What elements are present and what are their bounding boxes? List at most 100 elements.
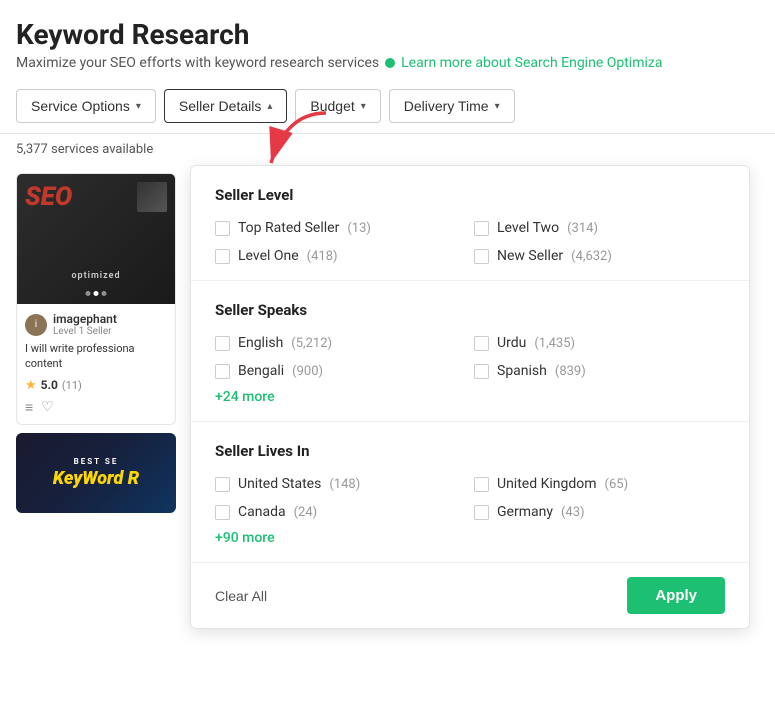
page-title: Keyword Research [16,18,759,51]
spanish-checkbox[interactable] [474,364,489,379]
germany-item[interactable]: Germany (43) [474,504,725,520]
united-kingdom-label: United Kingdom [497,476,597,492]
top-rated-seller-label: Top Rated Seller [238,220,339,236]
bengali-label: Bengali [238,363,284,379]
service-options-button[interactable]: Service Options ▾ [16,89,156,123]
seller-details-dropdown: Seller Level Top Rated Seller (13) Level… [190,165,750,629]
seller-speaks-title: Seller Speaks [215,301,725,319]
seller-level-title: Seller Level [215,186,725,204]
new-seller-label: New Seller [497,248,563,264]
level-one-item[interactable]: Level One (418) [215,248,466,264]
seller-level-section: Seller Level Top Rated Seller (13) Level… [191,166,749,281]
green-dot-icon [385,58,395,68]
level-one-label: Level One [238,248,299,264]
seller-level-label: Level 1 Seller [53,326,117,337]
rating-value: 5.0 [41,378,58,392]
keyword-research-label: KeyWord R [53,468,139,489]
top-rated-seller-count: (13) [347,221,371,236]
card-image: SEO optimized [17,174,175,304]
page-header: Keyword Research Maximize your SEO effor… [0,0,775,79]
new-seller-item[interactable]: New Seller (4,632) [474,248,725,264]
dot-1 [86,291,91,296]
services-count: 5,377 services available [0,134,775,165]
germany-checkbox[interactable] [474,505,489,520]
level-one-count: (418) [307,249,338,264]
seller-level-grid: Top Rated Seller (13) Level Two (314) Le… [215,220,725,264]
star-icon: ★ [25,378,37,393]
budget-button[interactable]: Budget ▾ [295,89,380,123]
seo-label: SEO [25,182,72,212]
learn-more-link[interactable]: Learn more about Search Engine Optimiza [401,55,662,71]
english-label: English [238,335,283,351]
clear-all-button[interactable]: Clear All [215,588,267,604]
canada-checkbox[interactable] [215,505,230,520]
service-card-2: BEST SE KeyWord R [16,433,176,513]
card-image-subtitle: optimized [71,271,120,281]
best-se-label: BEST SE [53,457,139,466]
spanish-count: (839) [555,364,586,379]
united-states-label: United States [238,476,321,492]
main-content: SEO optimized i imagephant [0,165,775,521]
english-item[interactable]: English (5,212) [215,335,466,351]
urdu-count: (1,435) [534,336,575,351]
seller-details-button[interactable]: Seller Details ▴ [164,89,288,123]
bengali-count: (900) [292,364,323,379]
seller-details: imagephant Level 1 Seller [53,312,117,337]
speaks-more-link[interactable]: +24 more [215,389,275,405]
english-count: (5,212) [291,336,332,351]
united-states-item[interactable]: United States (148) [215,476,466,492]
level-two-label: Level Two [497,220,559,236]
page-subtitle: Maximize your SEO efforts with keyword r… [16,55,759,71]
card-rating: ★ 5.0 (11) [25,378,167,393]
card-area: SEO optimized i imagephant [0,165,185,521]
card-body: i imagephant Level 1 Seller I will write… [17,304,175,424]
bengali-item[interactable]: Bengali (900) [215,363,466,379]
dot-2 [94,291,99,296]
spanish-item[interactable]: Spanish (839) [474,363,725,379]
delivery-time-button[interactable]: Delivery Time ▾ [389,89,515,123]
avatar: i [25,314,47,336]
card-title: I will write professiona content [25,341,167,372]
seller-info: i imagephant Level 1 Seller [25,312,167,337]
apply-button[interactable]: Apply [627,577,725,614]
lives-more-link[interactable]: +90 more [215,530,275,546]
seller-lives-title: Seller Lives In [215,442,725,460]
urdu-item[interactable]: Urdu (1,435) [474,335,725,351]
level-two-item[interactable]: Level Two (314) [474,220,725,236]
canada-label: Canada [238,504,286,520]
rating-count: (11) [62,379,82,392]
united-states-checkbox[interactable] [215,477,230,492]
seller-lives-grid: United States (148) United Kingdom (65) … [215,476,725,520]
heart-icon[interactable]: ♡ [41,399,54,415]
bengali-checkbox[interactable] [215,364,230,379]
united-states-count: (148) [329,477,360,492]
new-seller-count: (4,632) [571,249,612,264]
card2-content: BEST SE KeyWord R [49,453,143,493]
seller-name: imagephant [53,312,117,326]
new-seller-checkbox[interactable] [474,249,489,264]
english-checkbox[interactable] [215,336,230,351]
united-kingdom-item[interactable]: United Kingdom (65) [474,476,725,492]
menu-icon[interactable]: ≡ [25,399,33,416]
seller-speaks-grid: English (5,212) Urdu (1,435) Bengali (90… [215,335,725,379]
top-rated-seller-checkbox[interactable] [215,221,230,236]
filters-bar: Service Options ▾ Seller Details ▴ Budge… [0,79,775,134]
chevron-down-icon: ▾ [495,101,500,112]
canada-item[interactable]: Canada (24) [215,504,466,520]
card-image-dots [86,291,107,296]
panel-footer: Clear All Apply [191,563,749,628]
germany-count: (43) [561,505,585,520]
top-rated-seller-item[interactable]: Top Rated Seller (13) [215,220,466,236]
level-two-count: (314) [567,221,598,236]
urdu-checkbox[interactable] [474,336,489,351]
canada-count: (24) [294,505,318,520]
chevron-up-icon: ▴ [267,101,272,112]
level-two-checkbox[interactable] [474,221,489,236]
germany-label: Germany [497,504,553,520]
chevron-down-icon: ▾ [136,101,141,112]
seller-lives-section: Seller Lives In United States (148) Unit… [191,422,749,563]
card-actions: ≡ ♡ [25,399,167,416]
urdu-label: Urdu [497,335,526,351]
united-kingdom-checkbox[interactable] [474,477,489,492]
level-one-checkbox[interactable] [215,249,230,264]
